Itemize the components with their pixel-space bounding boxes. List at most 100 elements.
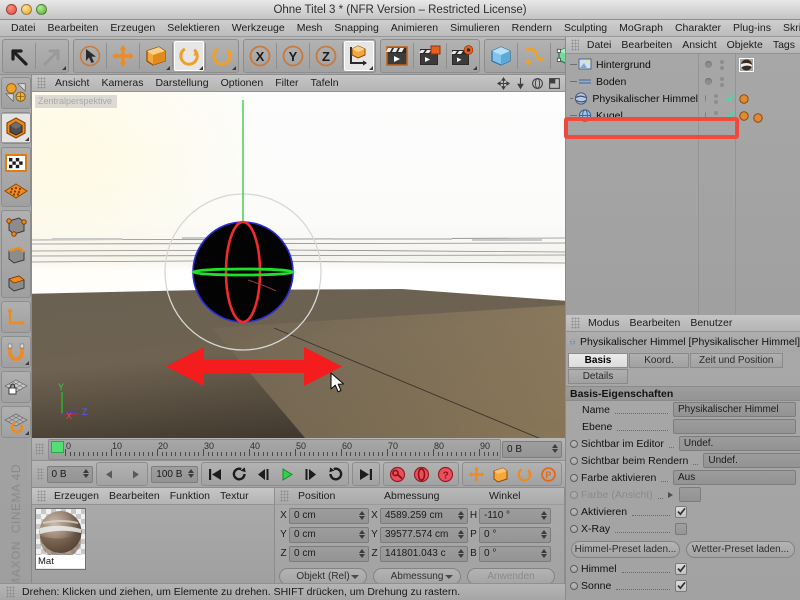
material-menu-textur[interactable]: Textur bbox=[215, 488, 254, 504]
workplane-rotate-icon[interactable] bbox=[2, 408, 30, 436]
object-tag[interactable] bbox=[739, 110, 749, 121]
record-rotation-button[interactable] bbox=[512, 464, 536, 485]
attribute-tab-details[interactable]: Details bbox=[568, 369, 628, 384]
expand-arrow-icon[interactable] bbox=[667, 491, 673, 498]
menu-mesh[interactable]: Mesh bbox=[291, 20, 329, 36]
end-frame-field[interactable]: 100 B bbox=[151, 465, 199, 483]
menu-erzeugen[interactable]: Erzeugen bbox=[104, 20, 161, 36]
position-field[interactable]: 0 cm bbox=[289, 507, 369, 524]
object-menu-objekte[interactable]: Objekte bbox=[722, 37, 768, 53]
lock-x-button[interactable]: X bbox=[245, 41, 275, 71]
add-spline-button[interactable] bbox=[519, 41, 549, 71]
keyframe-options-button[interactable]: ? bbox=[433, 464, 457, 485]
viewport-menu-ansicht[interactable]: Ansicht bbox=[49, 75, 95, 91]
preset-button-himmel-preset-laden[interactable]: Himmel-Preset laden... bbox=[571, 541, 680, 558]
play-reverse-loop-button[interactable] bbox=[227, 464, 251, 485]
menu-datei[interactable]: Datei bbox=[5, 20, 42, 36]
render-view-button[interactable] bbox=[382, 41, 412, 71]
frame-stepper[interactable] bbox=[552, 443, 558, 453]
step-back-button[interactable] bbox=[251, 464, 275, 485]
object-row[interactable]: Hintergrund bbox=[566, 56, 698, 73]
object-menu-datei[interactable]: Datei bbox=[582, 37, 617, 53]
texture-mode-icon[interactable] bbox=[2, 149, 30, 177]
viewport-menu-tafeln[interactable]: Tafeln bbox=[305, 75, 345, 91]
step-forward-button[interactable] bbox=[299, 464, 323, 485]
start-frame-field[interactable]: 0 B bbox=[46, 465, 94, 483]
add-cube-button[interactable] bbox=[486, 41, 516, 71]
attribute-color-swatch[interactable] bbox=[678, 487, 701, 502]
record-scale-button[interactable] bbox=[488, 464, 512, 485]
viewport-menu-kameras[interactable]: Kameras bbox=[95, 75, 149, 91]
make-editable-icon[interactable] bbox=[1, 114, 30, 142]
viewport-menu-filter[interactable]: Filter bbox=[269, 75, 304, 91]
angle-field[interactable]: -110 ° bbox=[479, 507, 551, 524]
size-field[interactable]: 141801.043 c bbox=[380, 545, 468, 562]
object-tags-column[interactable] bbox=[736, 54, 800, 315]
record-keyframe-button[interactable] bbox=[385, 464, 409, 485]
menu-rendern[interactable]: Rendern bbox=[506, 20, 558, 36]
object-tag[interactable] bbox=[753, 112, 763, 123]
attribute-menu-benutzer[interactable]: Benutzer bbox=[685, 315, 737, 331]
object-enable-dot[interactable] bbox=[705, 61, 712, 68]
render-visibility-dot[interactable] bbox=[720, 82, 724, 87]
edge-mode-icon[interactable] bbox=[2, 240, 30, 268]
menu-mograph[interactable]: MoGraph bbox=[613, 20, 669, 36]
object-axis-icon[interactable] bbox=[2, 303, 30, 331]
attribute-menu-modus[interactable]: Modus bbox=[583, 315, 625, 331]
attribute-radio[interactable] bbox=[570, 490, 578, 499]
material-tag-thumbnail[interactable] bbox=[739, 57, 754, 72]
move-tool[interactable] bbox=[108, 41, 138, 71]
render-preview-icon[interactable] bbox=[2, 79, 30, 107]
panel-grip[interactable] bbox=[35, 443, 44, 455]
value-stepper[interactable] bbox=[458, 529, 464, 539]
attribute-radio[interactable] bbox=[570, 456, 578, 465]
panel-grip[interactable] bbox=[37, 490, 46, 502]
go-to-end-button[interactable] bbox=[354, 464, 378, 485]
editor-visibility-dot[interactable] bbox=[720, 76, 724, 81]
scale-tool[interactable] bbox=[141, 41, 171, 71]
menu-simulieren[interactable]: Simulieren bbox=[444, 20, 506, 36]
attribute-text-field[interactable]: Physikalischer Himmel bbox=[673, 402, 796, 417]
editor-visibility-dot[interactable] bbox=[714, 110, 718, 115]
render-settings-button[interactable] bbox=[448, 41, 478, 71]
object-menu-tags[interactable]: Tags bbox=[768, 37, 800, 53]
loop-button[interactable] bbox=[323, 464, 347, 485]
attribute-text-field[interactable]: Undef. bbox=[703, 453, 800, 468]
menu-skript[interactable]: Skript bbox=[777, 20, 800, 36]
material-list[interactable]: Mat bbox=[32, 505, 274, 583]
editor-visibility-dot[interactable] bbox=[720, 59, 724, 64]
angle-field[interactable]: 0 ° bbox=[479, 526, 551, 543]
render-visibility-dot[interactable] bbox=[720, 65, 724, 70]
point-mode-icon[interactable] bbox=[2, 212, 30, 240]
rotate-tool[interactable] bbox=[174, 40, 204, 71]
orbit-icon[interactable] bbox=[531, 77, 544, 90]
attribute-radio[interactable] bbox=[570, 524, 578, 533]
pan-icon[interactable] bbox=[497, 76, 510, 90]
value-stepper[interactable] bbox=[541, 529, 547, 539]
object-menu-ansicht[interactable]: Ansicht bbox=[677, 37, 721, 53]
material-item[interactable]: Mat bbox=[35, 508, 86, 570]
select-tool[interactable] bbox=[75, 41, 105, 71]
panel-grip[interactable] bbox=[37, 77, 46, 89]
attribute-radio[interactable] bbox=[570, 564, 578, 573]
render-visibility-dot[interactable] bbox=[714, 116, 718, 121]
panel-grip[interactable] bbox=[571, 317, 580, 329]
attribute-tab-zeit-und-position[interactable]: Zeit und Position bbox=[690, 353, 783, 368]
render-region-button[interactable] bbox=[415, 41, 445, 71]
attribute-checkbox[interactable] bbox=[675, 505, 687, 518]
redo-button[interactable] bbox=[37, 41, 67, 71]
preset-button-wetter-preset-laden[interactable]: Wetter-Preset laden... bbox=[686, 541, 795, 558]
maximize-icon[interactable] bbox=[548, 77, 561, 90]
angle-field[interactable]: 0 ° bbox=[479, 545, 551, 562]
attribute-radio[interactable] bbox=[570, 439, 578, 448]
dolly-icon[interactable] bbox=[514, 77, 527, 90]
rotate-alt-tool[interactable] bbox=[207, 41, 237, 71]
menu-sculpting[interactable]: Sculpting bbox=[558, 20, 613, 36]
world-object-axis-button[interactable] bbox=[344, 40, 374, 71]
attribute-radio[interactable] bbox=[570, 507, 578, 516]
object-row[interactable]: Boden bbox=[566, 73, 698, 90]
value-stepper[interactable] bbox=[541, 548, 547, 558]
panel-grip[interactable] bbox=[6, 586, 15, 598]
attribute-text-field[interactable]: Undef. bbox=[678, 436, 800, 451]
viewport-menu-optionen[interactable]: Optionen bbox=[215, 75, 270, 91]
